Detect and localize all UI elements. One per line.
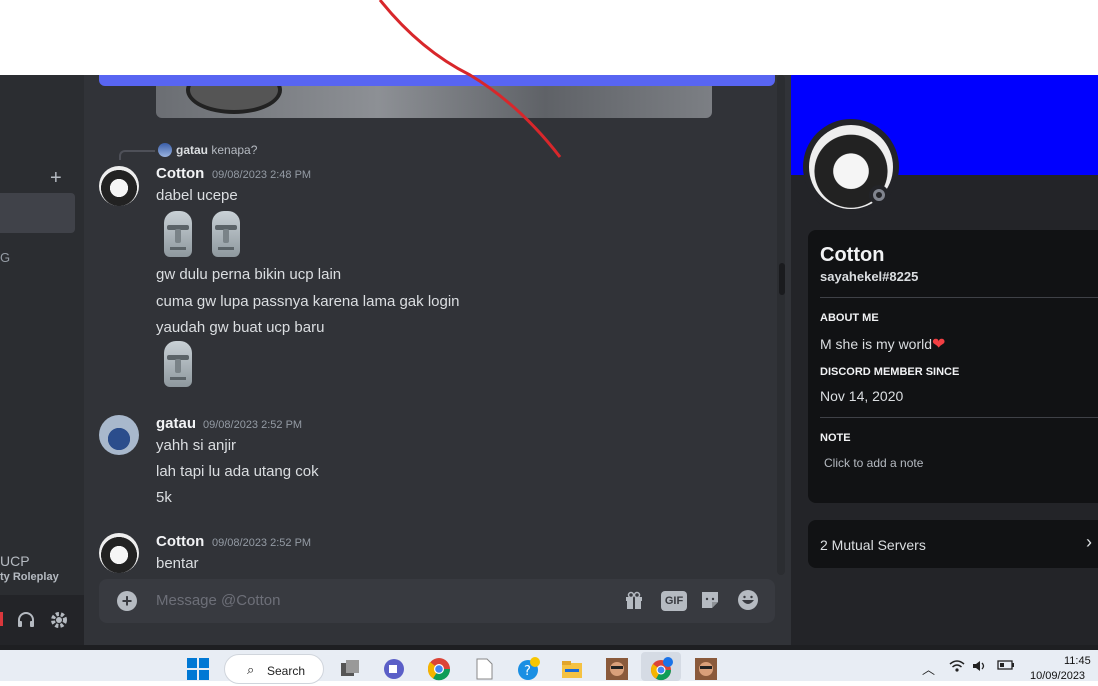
user-panel	[0, 595, 84, 645]
heart-icon: ❤	[932, 336, 946, 353]
voice-server-name: UCP	[0, 553, 30, 569]
status-offline-icon	[869, 185, 889, 205]
embed-accent-bar	[99, 75, 775, 86]
message-text: lah tapi lu ada utang cok	[156, 463, 319, 480]
sticker-icon[interactable]	[699, 589, 721, 617]
chat-area: gatau kenapa? Cotton 09/08/2023 2:48 PM …	[84, 75, 791, 645]
reply-connector	[119, 150, 155, 160]
message-text: dabel ucepe	[156, 187, 238, 204]
svg-text:?: ?	[524, 664, 531, 679]
game-app-icon-2[interactable]	[694, 657, 718, 681]
clock-time[interactable]: 11:45	[1064, 655, 1091, 667]
game-app-icon[interactable]	[605, 657, 629, 681]
note-input[interactable]: Click to add a note	[824, 456, 923, 470]
message-composer[interactable]: + Message @Cotton GIF	[99, 579, 775, 623]
divider	[820, 417, 1098, 418]
muted-mic-icon[interactable]	[0, 612, 3, 626]
windows-start-icon[interactable]	[186, 657, 210, 681]
message-author[interactable]: Cotton	[156, 533, 204, 550]
attach-plus-icon[interactable]: +	[117, 591, 137, 611]
emoji-icon[interactable]	[737, 589, 759, 617]
message-text: yahh si anjir	[156, 437, 237, 454]
moai-emoji	[160, 341, 196, 389]
about-me-text: M she is my world❤	[820, 336, 946, 353]
taskbar-search-label: Search	[267, 664, 306, 678]
member-since-header: DISCORD MEMBER SINCE	[820, 366, 960, 378]
gif-button[interactable]: GIF	[661, 591, 687, 611]
add-dm-icon[interactable]: +	[50, 167, 62, 190]
scrollbar-thumb[interactable]	[779, 263, 785, 295]
moai-emoji	[160, 211, 196, 259]
teams-icon[interactable]	[382, 657, 406, 681]
profile-card: Cotton sayahekel#8225 ABOUT ME M she is …	[808, 230, 1098, 503]
chrome-icon[interactable]	[427, 657, 451, 681]
avatar[interactable]	[99, 533, 139, 573]
task-view-icon[interactable]	[338, 657, 362, 681]
volume-icon[interactable]	[972, 659, 988, 676]
message-author[interactable]: Cotton	[156, 165, 204, 182]
headphones-icon[interactable]	[16, 610, 36, 635]
clock-date[interactable]: 10/09/2023	[1030, 670, 1085, 682]
channel-fragment: G	[0, 250, 11, 265]
mutual-servers-button[interactable]: 2 Mutual Servers ›	[808, 520, 1098, 568]
avatar[interactable]	[99, 415, 139, 455]
user-profile-panel: Cotton sayahekel#8225 ABOUT ME M she is …	[791, 75, 1098, 645]
selected-dm-item[interactable]	[0, 193, 75, 233]
message-text: bentar	[156, 555, 199, 572]
mutual-servers-label: 2 Mutual Servers	[820, 537, 926, 553]
message-timestamp: 09/08/2023 2:48 PM	[212, 169, 312, 181]
chevron-right-icon: ›	[1086, 532, 1092, 552]
embed-image[interactable]	[156, 86, 712, 118]
help-icon[interactable]: ?	[516, 657, 540, 681]
message-input[interactable]: Message @Cotton	[156, 592, 280, 609]
message-author[interactable]: gatau	[156, 415, 196, 432]
battery-icon[interactable]	[997, 659, 1015, 674]
message-timestamp: 09/08/2023 2:52 PM	[203, 419, 303, 431]
moai-emoji	[208, 211, 244, 259]
windows-taskbar: ⌕ Search ? ︿ 11:45 10/09/2023	[0, 650, 1098, 684]
reply-avatar[interactable]	[158, 143, 172, 157]
channel-sidebar: + G UCP ty Roleplay	[0, 75, 84, 645]
profile-username[interactable]: sayahekel#8225	[820, 269, 918, 284]
message-timestamp: 09/08/2023 2:52 PM	[212, 537, 312, 549]
top-white-area	[0, 0, 1098, 75]
gear-icon[interactable]	[49, 610, 69, 635]
wifi-icon[interactable]	[949, 659, 965, 676]
file-icon[interactable]	[472, 657, 496, 681]
note-header: NOTE	[820, 432, 851, 444]
message-text: gw dulu perna bikin ucp lain	[156, 266, 342, 283]
member-since-date: Nov 14, 2020	[820, 388, 904, 404]
file-explorer-icon[interactable]	[560, 657, 584, 681]
profile-display-name: Cotton	[820, 244, 885, 266]
chrome-profile-icon[interactable]	[649, 657, 673, 681]
message-text: yaudah gw buat ucp baru	[156, 319, 325, 336]
scrollbar-track[interactable]	[777, 75, 785, 575]
tray-chevron-up-icon[interactable]: ︿	[922, 659, 935, 678]
divider	[820, 297, 1098, 298]
search-icon: ⌕	[247, 662, 255, 677]
message-text: cuma gw lupa passnya karena lama gak log…	[156, 293, 460, 310]
gift-icon[interactable]	[623, 589, 645, 617]
avatar[interactable]	[99, 166, 139, 206]
voice-server-sub: ty Roleplay	[0, 571, 59, 583]
taskbar-search[interactable]: ⌕ Search	[224, 654, 324, 684]
message-text: 5k	[156, 489, 172, 506]
reply-preview[interactable]: gatau kenapa?	[176, 143, 257, 157]
about-me-header: ABOUT ME	[820, 312, 879, 324]
